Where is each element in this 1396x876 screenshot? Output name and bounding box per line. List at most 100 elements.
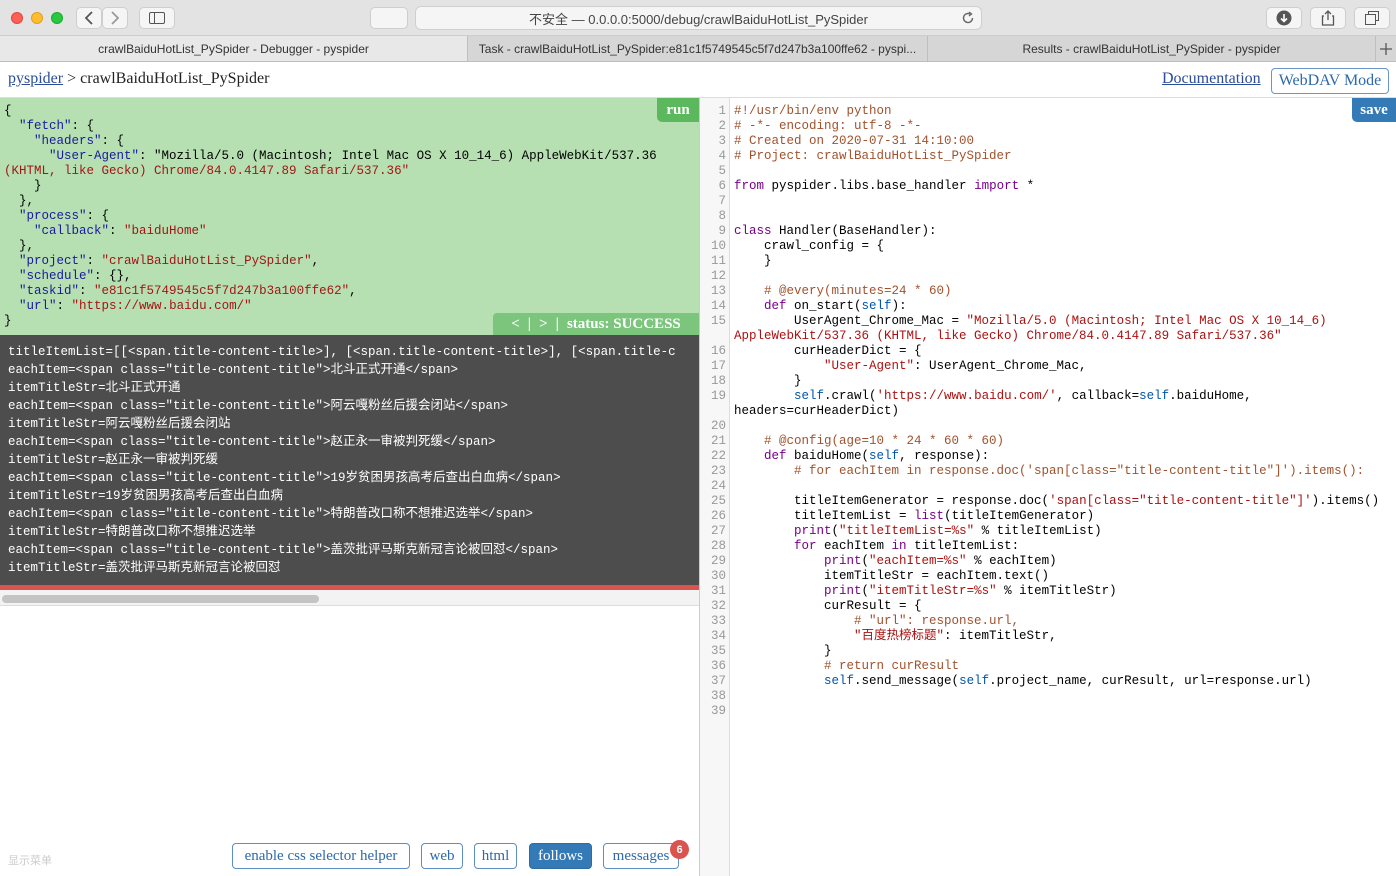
code-line[interactable]: 7: [700, 194, 1396, 209]
code-line[interactable]: 36 # return curResult: [700, 659, 1396, 674]
code-line[interactable]: 23 # for eachItem in response.doc('span[…: [700, 464, 1396, 479]
back-button[interactable]: [76, 7, 102, 29]
code-line[interactable]: 33 # "url": response.url,: [700, 614, 1396, 629]
web-tab-button[interactable]: web: [421, 843, 463, 869]
output-console[interactable]: titleItemList=[[<span.title-content-titl…: [0, 335, 699, 585]
code-line[interactable]: 15 UserAgent_Chrome_Mac = "Mozilla/5.0 (…: [700, 314, 1396, 344]
code-line[interactable]: 39: [700, 704, 1396, 719]
code-line[interactable]: 1 #!/usr/bin/env python: [700, 104, 1396, 119]
tab-overview-button[interactable]: [1354, 7, 1390, 29]
minimize-window-button[interactable]: [31, 12, 43, 24]
code-line[interactable]: 18 }: [700, 374, 1396, 389]
tab-results[interactable]: Results - crawlBaiduHotList_PySpider - p…: [928, 36, 1376, 61]
output-line: itemTitleStr=阿云嘎粉丝后援会闭站: [8, 417, 231, 431]
line-number: 29: [710, 554, 726, 568]
code-line[interactable]: 30 itemTitleStr = eachItem.text(): [700, 569, 1396, 584]
code-line[interactable]: 8: [700, 209, 1396, 224]
new-tab-button[interactable]: [1376, 36, 1396, 61]
code-line[interactable]: 22 def baiduHome(self, response):: [700, 449, 1396, 464]
line-number: 5: [718, 164, 726, 178]
run-button[interactable]: run: [657, 98, 699, 122]
messages-tab-button[interactable]: messages: [603, 843, 679, 869]
forward-button[interactable]: [102, 7, 128, 29]
code-line[interactable]: 37 self.send_message(self.project_name, …: [700, 674, 1396, 689]
reload-icon[interactable]: [960, 10, 976, 26]
code-line[interactable]: 20: [700, 419, 1396, 434]
code-line[interactable]: 38: [700, 689, 1396, 704]
code-line[interactable]: 25 titleItemGenerator = response.doc('sp…: [700, 494, 1396, 509]
html-tab-button[interactable]: html: [474, 843, 517, 869]
code-editor-panel[interactable]: 1 #!/usr/bin/env python 2 # -*- encoding: u…: [700, 98, 1396, 876]
code-line[interactable]: 32 curResult = {: [700, 599, 1396, 614]
documentation-link[interactable]: Documentation: [1162, 70, 1261, 88]
code-line[interactable]: 21 # @config(age=10 * 24 * 60 * 60): [700, 434, 1396, 449]
tab-debugger[interactable]: crawlBaiduHotList_PySpider - Debugger - …: [0, 36, 468, 61]
project-name: crawlBaiduHotList_PySpider: [80, 70, 270, 87]
chevron-right-icon: [111, 11, 120, 25]
code-line[interactable]: 24: [700, 479, 1396, 494]
line-number: 26: [710, 509, 726, 523]
chevron-left-icon: [84, 11, 93, 25]
save-button[interactable]: save: [1352, 98, 1396, 122]
code-line[interactable]: 28 for eachItem in titleItemList:: [700, 539, 1396, 554]
code-line[interactable]: 29 print("eachItem=%s" % eachItem): [700, 554, 1396, 569]
code-text: self.crawl('https://www.baidu.com/', cal…: [734, 389, 1260, 418]
task-status-bar: < | > | status: SUCCESS: [493, 313, 699, 335]
task-json-line: {: [4, 104, 12, 118]
code-line[interactable]: 9 class Handler(BaseHandler):: [700, 224, 1396, 239]
sidebar-toggle-button[interactable]: [139, 7, 175, 29]
prev-task-button[interactable]: <: [511, 316, 520, 333]
favorites-button[interactable]: [370, 7, 408, 29]
code-line[interactable]: 12: [700, 269, 1396, 284]
task-json-line: "url": "https://www.baidu.com/": [19, 299, 252, 313]
webdav-mode-button[interactable]: WebDAV Mode: [1271, 68, 1389, 94]
task-json-panel[interactable]: { "fetch": { "headers": { "User-Agent": …: [0, 98, 699, 335]
code-line[interactable]: 3 # Created on 2020-07-31 14:10:00: [700, 134, 1396, 149]
follows-tab-button[interactable]: follows: [529, 843, 592, 869]
code-line[interactable]: 16 curHeaderDict = {: [700, 344, 1396, 359]
next-task-button[interactable]: >: [539, 316, 548, 333]
address-bar[interactable]: 不安全 — 0.0.0.0:5000/debug/crawlBaiduHotLi…: [415, 6, 982, 30]
code-line[interactable]: 35 }: [700, 644, 1396, 659]
tab-label: crawlBaiduHotList_PySpider - Debugger - …: [98, 41, 369, 56]
code-line[interactable]: 6 from pyspider.libs.base_handler import …: [700, 179, 1396, 194]
address-text: 不安全 — 0.0.0.0:5000/debug/crawlBaiduHotLi…: [529, 11, 868, 27]
task-json-line: "headers": {: [34, 134, 125, 148]
code-text: # -*- encoding: utf-8 -*-: [734, 119, 922, 133]
code-text: }: [734, 374, 802, 388]
code-line[interactable]: 5: [700, 164, 1396, 179]
code-text: from pyspider.libs.base_handler import *: [734, 179, 1035, 193]
code-line[interactable]: 27 print("titleItemList=%s" % titleItemL…: [700, 524, 1396, 539]
task-json[interactable]: { "fetch": { "headers": { "User-Agent": …: [4, 104, 657, 329]
code-line[interactable]: 17 "User-Agent": UserAgent_Chrome_Mac,: [700, 359, 1396, 374]
code-editor[interactable]: 1 #!/usr/bin/env python 2 # -*- encoding: u…: [700, 104, 1396, 719]
line-number: 7: [718, 194, 726, 208]
code-line[interactable]: 2 # -*- encoding: utf-8 -*-: [700, 119, 1396, 134]
css-selector-helper-button[interactable]: enable css selector helper: [232, 843, 410, 869]
task-json-line: "taskid": "e81c1f5749545c5f7d247b3a100ff…: [19, 284, 357, 298]
share-button[interactable]: [1310, 7, 1346, 29]
code-line[interactable]: 4 # Project: crawlBaiduHotList_PySpider: [700, 149, 1396, 164]
downloads-button[interactable]: [1266, 7, 1302, 29]
code-line[interactable]: 34 "百度热榜标题": itemTitleStr,: [700, 629, 1396, 644]
code-line[interactable]: 31 print("itemTitleStr=%s" % itemTitleSt…: [700, 584, 1396, 599]
code-line[interactable]: 14 def on_start(self):: [700, 299, 1396, 314]
horizontal-scrollbar[interactable]: [2, 595, 319, 603]
code-line[interactable]: 10 crawl_config = {: [700, 239, 1396, 254]
code-line[interactable]: 13 # @every(minutes=24 * 60): [700, 284, 1396, 299]
code-line[interactable]: 19 self.crawl('https://www.baidu.com/', …: [700, 389, 1396, 419]
code-line[interactable]: 11 }: [700, 254, 1396, 269]
task-json-line: "project": "crawlBaiduHotList_PySpider",: [19, 254, 320, 268]
pyspider-home-link[interactable]: pyspider: [8, 70, 63, 87]
close-window-button[interactable]: [11, 12, 23, 24]
tab-task[interactable]: Task - crawlBaiduHotList_PySpider:e81c1f…: [468, 36, 928, 61]
code-text: class Handler(BaseHandler):: [734, 224, 937, 238]
line-number: 22: [710, 449, 726, 463]
code-line[interactable]: 26 titleItemList = list(titleItemGenerat…: [700, 509, 1396, 524]
zoom-window-button[interactable]: [51, 12, 63, 24]
